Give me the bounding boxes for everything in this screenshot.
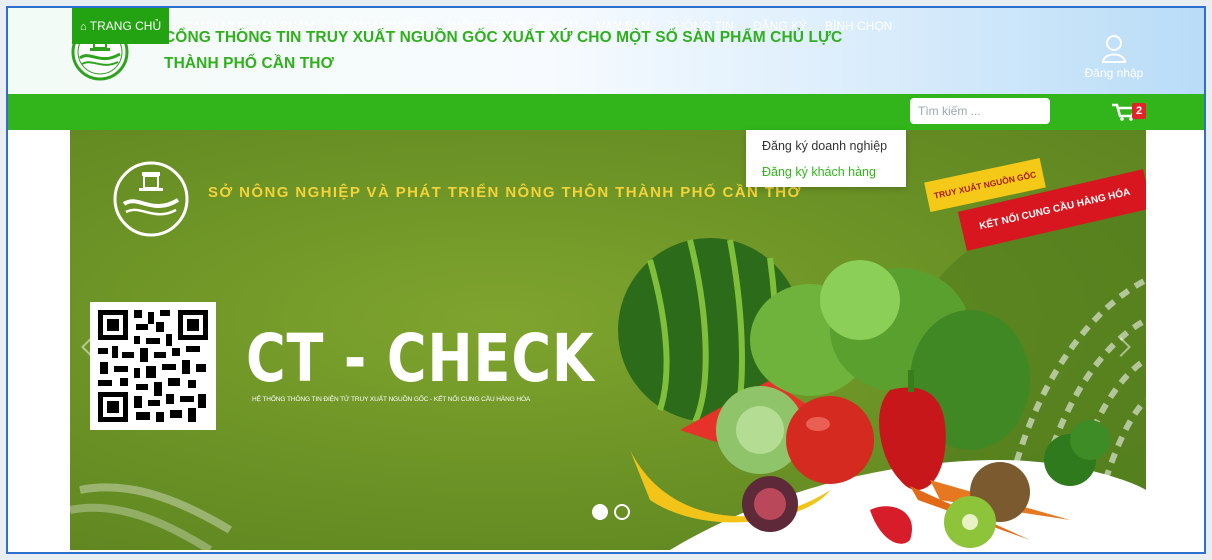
nav-item-vote[interactable]: BÌNH CHỌN bbox=[825, 8, 892, 44]
cart-count-badge: 2 bbox=[1132, 103, 1146, 119]
qr-code-image bbox=[96, 308, 210, 424]
nav-item-enterprises[interactable]: DOANH NGHIỆP bbox=[333, 8, 426, 44]
qr-code[interactable] bbox=[90, 302, 216, 430]
dropdown-item-register-customer[interactable]: Đăng ký khách hàng bbox=[762, 165, 876, 179]
nav-item-documents[interactable]: VĂN BẢN bbox=[597, 8, 650, 44]
nav-item-home[interactable]: ⌂ TRANG CHỦ bbox=[72, 8, 170, 44]
home-icon: ⌂ bbox=[80, 21, 87, 33]
nav-item-supply-demand[interactable]: THÔNG TIN CUNG CẦU bbox=[445, 8, 578, 44]
site-title-line2: THÀNH PHỐ CẦN THƠ bbox=[164, 55, 334, 72]
login-button[interactable]: Đăng nhập bbox=[1074, 34, 1154, 80]
nav-item-product-categories[interactable]: DANH MỤC SẢN PHẨM bbox=[184, 8, 315, 44]
carousel-dot-2[interactable] bbox=[614, 504, 630, 520]
search-input[interactable] bbox=[910, 98, 1050, 124]
carousel-dot-1[interactable] bbox=[592, 504, 608, 520]
nav-item-label: TRANG CHỦ bbox=[89, 19, 162, 33]
banner-subtitle: HỆ THỐNG THÔNG TIN ĐIỆN TỬ TRUY XUẤT NGU… bbox=[252, 396, 531, 403]
register-dropdown-menu: Đăng ký doanh nghiệp Đăng ký khách hàng bbox=[746, 130, 906, 187]
login-label: Đăng nhập bbox=[1084, 66, 1144, 80]
hero-banner: SỞ NÔNG NGHIỆP VÀ PHÁT TRIỂN NÔNG THÔN T… bbox=[70, 130, 1146, 550]
banner-headline: CT - CHECK bbox=[246, 320, 595, 397]
user-icon bbox=[1101, 35, 1127, 63]
dropdown-item-register-enterprise[interactable]: Đăng ký doanh nghiệp bbox=[762, 139, 887, 153]
nav-item-information[interactable]: THÔNG TIN bbox=[668, 8, 734, 44]
department-title: SỞ NÔNG NGHIỆP VÀ PHÁT TRIỂN NÔNG THÔN T… bbox=[208, 184, 802, 201]
browser-page: CỔNG THÔNG TIN TRUY XUẤT NGUỒN GỐC XUẤT … bbox=[6, 6, 1206, 554]
nav-item-register[interactable]: ĐĂNG KÝ bbox=[753, 8, 807, 44]
banner-logo bbox=[113, 161, 189, 237]
